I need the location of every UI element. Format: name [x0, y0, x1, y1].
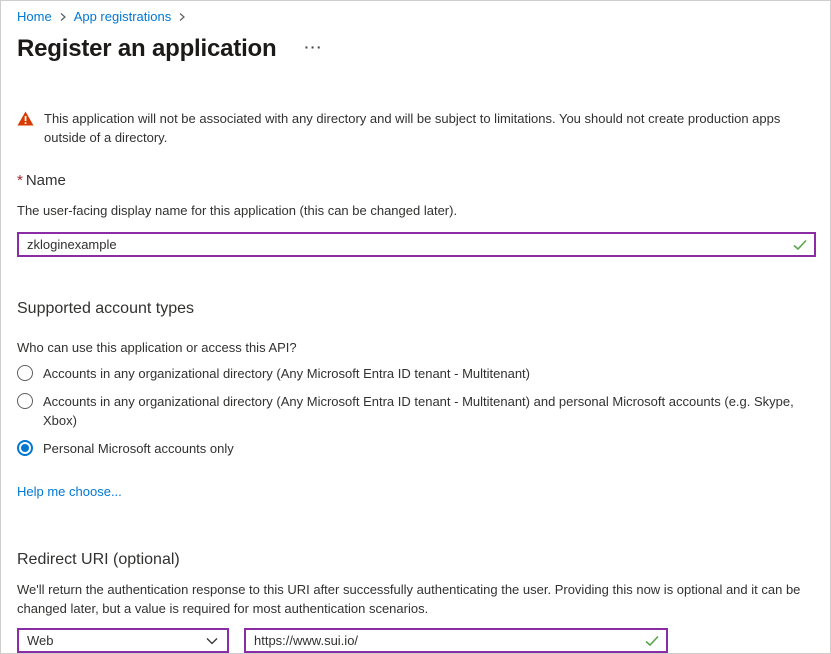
page-header: Register an application ··· [17, 33, 814, 65]
redirect-uri-input-container [244, 628, 668, 653]
radio-option-personal-only[interactable]: Personal Microsoft accounts only [17, 439, 814, 458]
account-type-radio-group: Accounts in any organizational directory… [17, 364, 814, 458]
redirect-uri-input[interactable] [244, 628, 668, 653]
more-options-icon[interactable]: ··· [304, 39, 323, 55]
name-input[interactable] [17, 232, 816, 257]
warning-text: This application will not be associated … [44, 109, 814, 147]
redirect-uri-heading: Redirect URI (optional) [17, 549, 814, 570]
required-asterisk: * [17, 172, 23, 189]
name-field-description: The user-facing display name for this ap… [17, 203, 814, 219]
breadcrumb-app-registrations-link[interactable]: App registrations [74, 9, 172, 24]
chevron-right-icon [178, 12, 186, 22]
name-field-label: *Name [17, 171, 814, 191]
chevron-down-icon [206, 637, 218, 645]
supported-account-types-heading: Supported account types [17, 298, 814, 319]
redirect-uri-row: Web [17, 628, 814, 653]
platform-select-value: Web [27, 633, 54, 648]
help-me-choose-link[interactable]: Help me choose... [17, 484, 122, 499]
platform-select[interactable]: Web [17, 628, 229, 653]
warning-banner: This application will not be associated … [17, 109, 814, 147]
redirect-uri-description: We'll return the authentication response… [17, 580, 814, 618]
valid-check-icon [793, 239, 807, 250]
account-types-question: Who can use this application or access t… [17, 340, 814, 355]
radio-option-multitenant-personal[interactable]: Accounts in any organizational directory… [17, 392, 814, 430]
breadcrumb-home-link[interactable]: Home [17, 9, 52, 24]
radio-option-multitenant[interactable]: Accounts in any organizational directory… [17, 364, 814, 383]
page-title: Register an application [17, 33, 276, 65]
name-input-container [17, 232, 816, 257]
chevron-right-icon [59, 12, 67, 22]
radio-dot [21, 444, 29, 452]
warning-triangle-icon [17, 111, 34, 131]
radio-unselected-icon[interactable] [17, 393, 33, 409]
name-label-text: Name [26, 172, 66, 189]
valid-check-icon [645, 635, 659, 646]
radio-option-label: Personal Microsoft accounts only [43, 439, 234, 458]
radio-option-label: Accounts in any organizational directory… [43, 364, 530, 383]
register-application-page: Home App registrations Register an appli… [0, 0, 831, 654]
radio-option-label: Accounts in any organizational directory… [43, 392, 803, 430]
breadcrumb: Home App registrations [17, 9, 814, 24]
radio-unselected-icon[interactable] [17, 365, 33, 381]
radio-selected-icon[interactable] [17, 440, 33, 456]
